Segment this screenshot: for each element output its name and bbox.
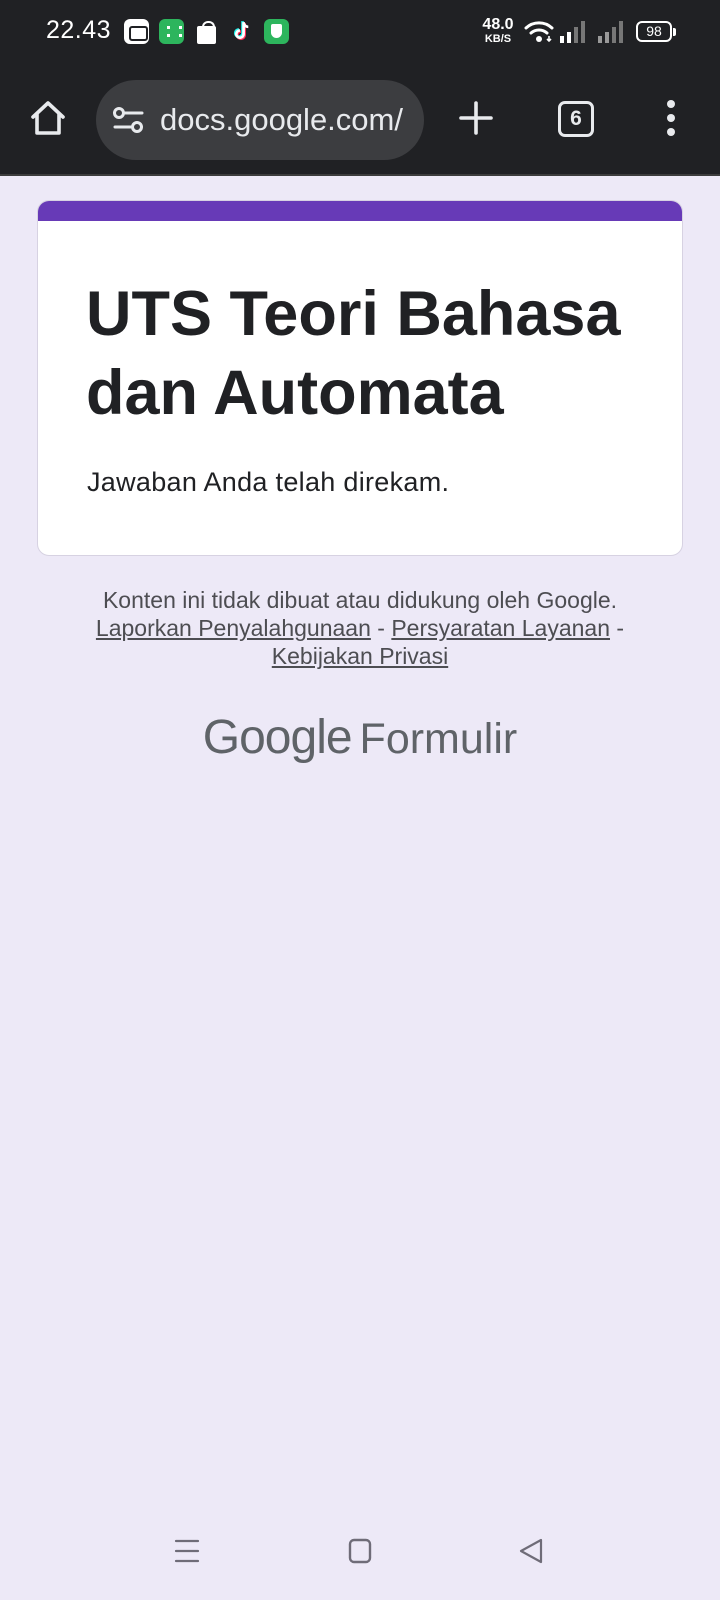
link-separator: - bbox=[616, 615, 625, 641]
new-tab-icon[interactable] bbox=[458, 100, 494, 136]
status-bar: 22.43 48.0 KB/S 98 bbox=[0, 0, 720, 66]
brand-google: Google bbox=[202, 711, 353, 764]
site-settings-icon[interactable] bbox=[112, 105, 146, 135]
footer-disclaimer: Konten ini tidak dibuat atau didukung ol… bbox=[0, 586, 720, 670]
network-speed-value: 48.0 bbox=[482, 16, 514, 33]
signal-icon bbox=[560, 21, 585, 43]
report-abuse-link[interactable]: Laporkan Penyalahgunaan bbox=[96, 615, 371, 641]
back-triangle-icon[interactable] bbox=[518, 1538, 544, 1564]
card-accent-bar bbox=[38, 201, 682, 221]
terms-link[interactable]: Persyaratan Layanan bbox=[391, 615, 610, 641]
status-time: 22.43 bbox=[46, 16, 112, 44]
form-title: UTS Teori Bahasa dan Automata bbox=[86, 279, 621, 428]
network-speed-unit: KB/S bbox=[484, 33, 512, 45]
privacy-link[interactable]: Kebijakan Privasi bbox=[272, 643, 448, 669]
home-square-icon[interactable] bbox=[348, 1538, 372, 1564]
signal-icon bbox=[598, 21, 623, 43]
form-response-card: UTS Teori Bahasa dan Automata Jawaban An… bbox=[37, 200, 683, 556]
address-bar[interactable]: docs.google.com/ bbox=[96, 80, 424, 160]
tiktok-icon bbox=[229, 19, 254, 44]
url-text[interactable]: docs.google.com/ bbox=[160, 102, 418, 138]
menu-icon[interactable] bbox=[174, 1538, 200, 1564]
home-icon[interactable] bbox=[28, 98, 68, 138]
network-speed: 48.0 KB/S bbox=[478, 17, 518, 45]
browser-toolbar: docs.google.com/ 6 bbox=[0, 66, 720, 176]
shopping-bag-icon bbox=[194, 19, 219, 44]
link-separator: - bbox=[377, 615, 385, 641]
google-forms-logo[interactable]: Google Formulir bbox=[0, 710, 720, 765]
tab-switcher-button[interactable]: 6 bbox=[558, 101, 594, 137]
video-icon bbox=[124, 19, 149, 44]
brand-product: Formulir bbox=[359, 715, 518, 763]
confirmation-message: Jawaban Anda telah direkam. bbox=[87, 467, 450, 497]
battery-indicator: 98 bbox=[636, 21, 676, 42]
shield-icon bbox=[264, 19, 289, 44]
more-options-icon[interactable] bbox=[664, 100, 678, 136]
app-store-icon bbox=[159, 19, 184, 44]
wifi-icon bbox=[524, 21, 554, 43]
disclaimer-text: Konten ini tidak dibuat atau didukung ol… bbox=[102, 587, 618, 613]
